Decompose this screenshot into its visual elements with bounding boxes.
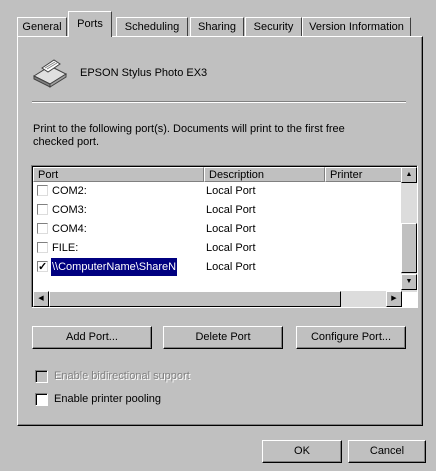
configure-port-button[interactable]: Configure Port...	[296, 326, 406, 349]
port-checkbox[interactable]	[37, 185, 48, 196]
printer-icon	[30, 56, 70, 88]
list-item[interactable]: COM3: Local Port	[33, 201, 400, 219]
pooling-checkbox[interactable]	[35, 393, 48, 406]
ports-list[interactable]: Port Description Printer COM2: Local Por…	[31, 165, 418, 308]
scroll-down-icon[interactable]: ▼	[401, 274, 417, 290]
scroll-up-icon[interactable]: ▲	[401, 167, 417, 183]
list-item[interactable]: FILE: Local Port	[33, 239, 400, 257]
port-description: Local Port	[206, 242, 256, 254]
port-name: COM2:	[52, 185, 87, 197]
separator	[32, 101, 406, 103]
port-description: Local Port	[206, 185, 256, 197]
add-port-button[interactable]: Add Port...	[32, 326, 152, 349]
scroll-left-icon[interactable]: ◀	[33, 291, 49, 307]
bidirectional-label: Enable bidirectional support	[54, 370, 190, 382]
tab-general[interactable]: General	[17, 17, 67, 36]
column-header-printer[interactable]: Printer	[325, 167, 405, 182]
column-header-description[interactable]: Description	[204, 167, 325, 182]
tab-security[interactable]: Security	[245, 17, 302, 36]
port-name: COM3:	[52, 204, 87, 216]
cancel-button[interactable]: Cancel	[348, 440, 426, 463]
port-checkbox[interactable]	[37, 258, 48, 276]
printer-name: EPSON Stylus Photo EX3	[80, 67, 208, 79]
port-description: Local Port	[206, 223, 256, 235]
pooling-label: Enable printer pooling	[54, 393, 162, 405]
column-header-port[interactable]: Port	[33, 167, 204, 182]
list-item[interactable]: COM4: Local Port	[33, 220, 400, 238]
tab-sharing[interactable]: Sharing	[190, 17, 244, 36]
ok-button[interactable]: OK	[262, 440, 342, 463]
port-description: Local Port	[206, 204, 256, 216]
port-checkbox[interactable]	[37, 242, 48, 253]
list-item[interactable]: \\ComputerName\ShareN Local Port	[33, 258, 400, 276]
vertical-scrollbar[interactable]: ▲ ▼	[401, 167, 417, 292]
horizontal-scrollbar[interactable]: ◀ ▶	[33, 291, 402, 307]
port-name: COM4:	[52, 223, 87, 235]
port-description: Local Port	[206, 261, 256, 273]
tab-version-information[interactable]: Version Information	[302, 17, 411, 36]
instruction-text: Print to the following port(s). Document…	[33, 123, 345, 148]
port-checkbox[interactable]	[37, 223, 48, 234]
list-item[interactable]: COM2: Local Port	[33, 182, 400, 200]
tab-ports[interactable]: Ports	[68, 11, 112, 37]
port-name: FILE:	[52, 242, 79, 254]
scroll-right-icon[interactable]: ▶	[386, 291, 402, 307]
scroll-thumb-horizontal[interactable]	[49, 291, 341, 307]
delete-port-button[interactable]: Delete Port	[163, 326, 283, 349]
tab-scheduling[interactable]: Scheduling	[116, 17, 188, 36]
scroll-thumb[interactable]	[401, 223, 417, 273]
port-name: \\ComputerName\ShareN	[51, 258, 178, 276]
bidirectional-checkbox[interactable]	[35, 370, 48, 383]
port-checkbox[interactable]	[37, 204, 48, 215]
